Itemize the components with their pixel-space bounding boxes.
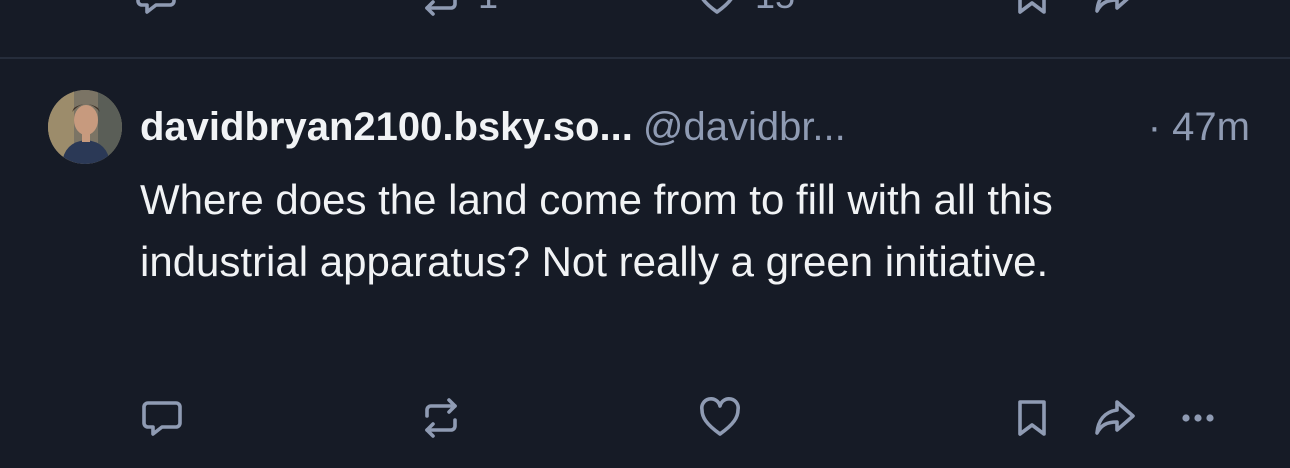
post-time[interactable]: · 47m: [1148, 101, 1250, 153]
previous-post-actions: 1 15: [0, 0, 1290, 26]
post-actions: [0, 390, 1290, 450]
display-name[interactable]: davidbryan2100.bsky.so...: [140, 105, 633, 149]
share-button[interactable]: [1087, 390, 1143, 446]
avatar-photo-image: [48, 90, 122, 164]
handle[interactable]: @davidbr...: [643, 105, 846, 149]
reply-icon: [136, 0, 176, 14]
like-button[interactable]: [689, 0, 745, 24]
bookmark-icon: [1018, 400, 1046, 436]
reply-button[interactable]: [128, 0, 184, 24]
avatar[interactable]: [48, 90, 122, 164]
heart-icon: [699, 396, 741, 436]
bookmark-button[interactable]: [1004, 390, 1060, 446]
repost-count: 1: [478, 0, 498, 16]
more-options-button[interactable]: [1170, 390, 1226, 446]
like-button[interactable]: [692, 390, 748, 446]
bookmark-icon: [1018, 0, 1046, 14]
reply-button[interactable]: [134, 390, 190, 446]
repost-button[interactable]: [413, 390, 469, 446]
reply-icon: [142, 401, 182, 436]
post-text: Where does the land come from to fill wi…: [140, 176, 1053, 285]
like-count: 15: [755, 0, 795, 16]
repost-icon: [425, 398, 457, 438]
bookmark-button[interactable]: [1004, 0, 1060, 24]
post-header: davidbryan2100.bsky.so... @davidbr... · 4…: [140, 101, 1250, 153]
post-feed: 1 15: [0, 0, 1290, 468]
ellipsis-icon: [1182, 414, 1214, 422]
share-icon: [1095, 400, 1135, 435]
share-button[interactable]: [1087, 0, 1143, 24]
heart-icon: [701, 0, 733, 14]
repost-icon: [425, 0, 457, 16]
share-icon: [1095, 0, 1129, 13]
repost-button[interactable]: [413, 0, 469, 24]
